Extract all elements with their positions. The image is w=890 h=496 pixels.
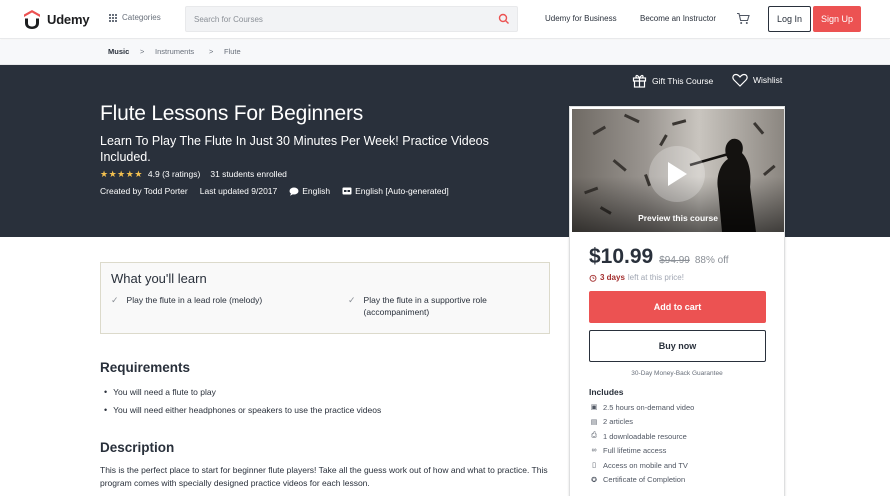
include-text: Access on mobile and TV (603, 460, 688, 470)
cart-icon[interactable] (736, 12, 750, 25)
timer-text: left at this price! (627, 273, 684, 282)
breadcrumb: Music > Instruments > Flute (0, 40, 890, 65)
money-back-guarantee: 30-Day Money-Back Guarantee (631, 370, 723, 377)
star-icon: ★ (108, 168, 117, 179)
search-icon[interactable] (498, 13, 510, 25)
star-icon: ★ (125, 168, 134, 179)
learn-item-text: Play the flute in a supportive role (acc… (363, 295, 487, 317)
list-item: ▯ Access on mobile and TV (589, 458, 694, 473)
price-row: $10.99 $94.99 88% off (589, 245, 729, 269)
include-text: 2.5 hours on-demand video (603, 402, 695, 412)
description-text: This is the perfect place to start for b… (100, 465, 548, 488)
language-label: English (302, 186, 331, 196)
gift-icon (632, 74, 647, 88)
add-to-cart-button[interactable]: Add to cart (589, 291, 766, 323)
preview-label: Preview this course (638, 213, 718, 223)
last-updated: Last updated 9/2017 (199, 186, 278, 196)
rating-stars: ★ ★ ★ ★ ★ (100, 168, 143, 179)
learn-item-text: Play the flute in a lead role (melody) (126, 295, 263, 305)
learn-item: ✓ Play the flute in a lead role (melody) (111, 294, 291, 306)
captions-label: English [Auto-generated] (355, 186, 449, 196)
list-item: You will need either headphones or speak… (104, 401, 381, 419)
learn-title: What you'll learn (111, 271, 207, 286)
star-icon: ★ (100, 168, 109, 179)
list-item: ⎙ 1 downloadable resource (589, 429, 694, 444)
list-item: ✪ Certificate of Completion (589, 473, 694, 488)
original-price: $94.99 (659, 255, 690, 266)
closed-captions-icon (342, 187, 352, 195)
play-icon (668, 162, 687, 186)
include-text: Full lifetime access (603, 446, 667, 456)
article-icon: ▤ (590, 418, 598, 426)
grid-icon (109, 13, 117, 22)
sale-timer: 3 days left at this price! (589, 273, 684, 282)
includes-list: ▣ 2.5 hours on-demand video ▤ 2 articles… (589, 400, 695, 488)
requirements-heading: Requirements (100, 360, 191, 375)
wishlist-label: Wishlist (753, 75, 783, 85)
star-icon: ★ (117, 168, 126, 179)
video-icon: ▣ (590, 404, 598, 412)
top-navbar: Udemy Categories Udemy for Business Beco… (0, 0, 890, 39)
description-heading: Description (100, 440, 175, 455)
buy-now-button[interactable]: Buy now (589, 330, 766, 362)
search-bar (185, 6, 518, 32)
breadcrumb-separator: > (140, 47, 145, 56)
timer-days: 3 days (600, 273, 625, 282)
breadcrumb-separator: > (209, 47, 214, 56)
discount-badge: 88% off (694, 255, 729, 266)
requirements-list: You will need a flute to play You will n… (104, 383, 381, 419)
login-button[interactable]: Log In (768, 6, 811, 32)
enrolled-count: 31 students enrolled (210, 169, 287, 179)
heart-icon (732, 73, 748, 87)
list-item: ▣ 2.5 hours on-demand video (589, 400, 695, 415)
search-input[interactable] (186, 7, 476, 31)
rating-text[interactable]: 4.9 (3 ratings) (148, 169, 200, 179)
signup-button[interactable]: Sign Up (813, 6, 861, 32)
captions: English [Auto-generated] (342, 186, 449, 196)
check-icon: ✓ (348, 295, 356, 305)
course-subtitle: Learn To Play The Flute In Just 30 Minut… (100, 134, 489, 164)
what-you-learn-box: What you'll learn ✓ Play the flute in a … (100, 262, 550, 334)
logo-text: Udemy (47, 11, 90, 27)
list-item: ∞ Full lifetime access (589, 444, 694, 459)
wishlist-button[interactable]: Wishlist (732, 73, 782, 87)
mobile-icon: ▯ (592, 462, 596, 470)
course-preview-video[interactable]: Preview this course (572, 109, 784, 232)
udemy-logo-icon (24, 10, 40, 29)
udemy-logo[interactable]: Udemy (23, 9, 90, 29)
learn-item: ✓ Play the flute in a supportive role (a… (348, 294, 528, 318)
breadcrumb-instruments[interactable]: Instruments (155, 47, 194, 56)
include-text: 2 articles (603, 417, 634, 427)
purchase-card: Preview this course $10.99 $94.99 88% of… (569, 106, 785, 496)
include-text: 1 downloadable resource (603, 431, 687, 441)
list-item: You will need a flute to play (104, 383, 381, 401)
infinity-icon: ∞ (591, 447, 597, 455)
gift-label: Gift This Course (652, 75, 714, 86)
alarm-clock-icon (589, 274, 597, 282)
gift-course-button[interactable]: Gift This Course (632, 73, 713, 88)
includes-title: Includes (589, 387, 624, 397)
udemy-for-business-link[interactable]: Udemy for Business (545, 14, 617, 23)
become-instructor-link[interactable]: Become an Instructor (640, 14, 716, 23)
categories-menu[interactable]: Categories (109, 13, 161, 22)
include-text: Certificate of Completion (603, 475, 686, 485)
list-item: ▤ 2 articles (589, 415, 694, 430)
author-text[interactable]: Created by Todd Porter (100, 186, 188, 196)
star-icon: ★ (134, 168, 143, 179)
course-title: Flute Lessons For Beginners (100, 102, 364, 125)
language: English (289, 186, 330, 196)
speech-bubble-icon (289, 187, 299, 196)
current-price: $10.99 (589, 245, 654, 268)
breadcrumb-music[interactable]: Music (108, 47, 129, 56)
certificate-icon: ✪ (591, 476, 597, 484)
check-icon: ✓ (111, 295, 119, 305)
categories-label: Categories (122, 13, 161, 22)
download-icon: ⎙ (591, 432, 597, 440)
course-meta: Created by Todd Porter Last updated 9/20… (100, 186, 449, 196)
breadcrumb-flute[interactable]: Flute (224, 47, 241, 56)
play-button[interactable] (649, 146, 705, 202)
rating-row: ★ ★ ★ ★ ★ 4.9 (3 ratings) 31 students en… (100, 169, 287, 179)
